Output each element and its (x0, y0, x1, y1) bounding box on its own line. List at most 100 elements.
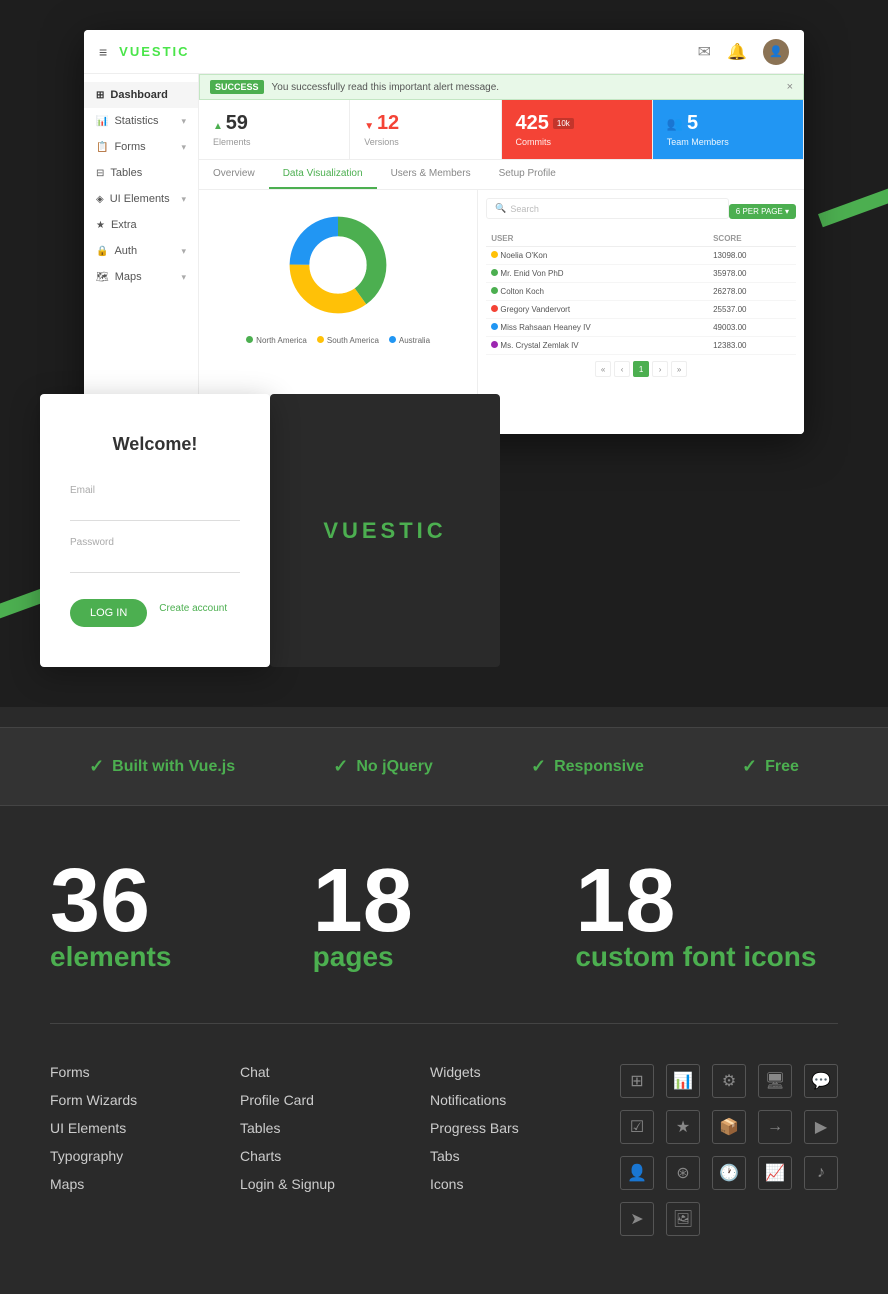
feat-tabs[interactable]: Tabs (430, 1148, 600, 1164)
stat-label-commits: Commits (516, 137, 638, 147)
feature-jquery: ✓ No jQuery (333, 756, 433, 777)
icon-checkbox: ☑ (620, 1110, 654, 1144)
tab-users[interactable]: Users & Members (377, 160, 485, 189)
alert-bar: SUCCESS You successfully read this impor… (199, 74, 804, 100)
data-table: USER SCORE Noelia O'Kon 13098.00 (486, 231, 796, 355)
forms-icon: 📋 (96, 142, 108, 153)
feature-vue: ✓ Built with Vue.js (89, 756, 235, 777)
sidebar: ⊞ Dashboard 📊 Statistics ▾ 📋 Forms ▾ ⊟ T… (84, 74, 199, 434)
table-row: Miss Rahsaan Heaney IV 49003.00 (486, 319, 796, 337)
password-label: Password (70, 537, 240, 548)
stat-number-elements: 59 (213, 112, 335, 135)
alert-close[interactable]: × (787, 81, 793, 93)
sidebar-item-maps[interactable]: 🗺 Maps ▾ (84, 264, 198, 290)
stat-label-team: Team Members (667, 137, 789, 147)
feat-maps[interactable]: Maps (50, 1176, 220, 1192)
page-last[interactable]: » (671, 361, 687, 377)
hamburger-icon[interactable]: ≡ (99, 44, 107, 60)
tab-data-visualization[interactable]: Data Visualization (269, 160, 377, 189)
check-icon-jquery: ✓ (333, 756, 348, 777)
table-row: Colton Koch 26278.00 (486, 283, 796, 301)
sidebar-item-tables[interactable]: ⊟ Tables (84, 160, 198, 186)
feat-ui-elements[interactable]: UI Elements (50, 1120, 220, 1136)
feat-tables[interactable]: Tables (240, 1120, 410, 1136)
icon-play: ▶ (804, 1110, 838, 1144)
donut-chart (283, 210, 393, 320)
sidebar-item-label: Forms (114, 141, 181, 153)
stat-label-elements: Elements (213, 137, 335, 147)
feat-typography[interactable]: Typography (50, 1148, 220, 1164)
alert-message: You successfully read this important ale… (272, 82, 500, 93)
divider (50, 1023, 838, 1024)
password-input[interactable] (70, 550, 240, 573)
feat-col-1: Forms Form Wizards UI Elements Typograph… (50, 1064, 240, 1236)
sidebar-item-label: Extra (111, 219, 186, 231)
main-content: SUCCESS You successfully read this impor… (199, 74, 804, 434)
check-icon-vue: ✓ (89, 756, 104, 777)
feat-progress-bars[interactable]: Progress Bars (430, 1120, 600, 1136)
create-account-link[interactable]: Create account (159, 603, 227, 614)
legend-south-america: South America (317, 336, 379, 345)
status-dot (491, 341, 498, 348)
sidebar-item-auth[interactable]: 🔒 Auth ▾ (84, 238, 198, 264)
chart-legend: North America South America Australia (246, 336, 430, 345)
status-dot (491, 323, 498, 330)
feat-col-3: Widgets Notifications Progress Bars Tabs… (430, 1064, 620, 1236)
email-field-group: Email (70, 485, 240, 521)
statistics-icon: 📊 (96, 116, 108, 127)
green-stripe-top (818, 187, 888, 228)
feat-form-wizards[interactable]: Form Wizards (50, 1092, 220, 1108)
stat-commits: 425 10k Commits (502, 100, 653, 159)
table-row: Noelia O'Kon 13098.00 (486, 247, 796, 265)
icon-star: ★ (666, 1110, 700, 1144)
sidebar-item-statistics[interactable]: 📊 Statistics ▾ (84, 108, 198, 134)
tabs-row: Overview Data Visualization Users & Memb… (199, 160, 804, 190)
alert-badge: SUCCESS (210, 80, 264, 94)
sidebar-item-label: UI Elements (110, 193, 182, 205)
status-dot (491, 305, 498, 312)
stats-numbers: 36 elements 18 pages 18 custom font icon… (50, 856, 838, 973)
feat-chat[interactable]: Chat (240, 1064, 410, 1080)
feat-forms[interactable]: Forms (50, 1064, 220, 1080)
feat-widgets[interactable]: Widgets (430, 1064, 600, 1080)
feat-charts[interactable]: Charts (240, 1148, 410, 1164)
col-score: SCORE (708, 231, 796, 247)
top-section: ≡ VUESTIC ✉ 🔔 👤 ⊞ Dashboard 📊 Statistics… (0, 0, 888, 707)
icon-gear: ⚙ (712, 1064, 746, 1098)
mail-icon[interactable]: ✉ (698, 42, 711, 62)
sidebar-item-forms[interactable]: 📋 Forms ▾ (84, 134, 198, 160)
email-input[interactable] (70, 498, 240, 521)
chevron-icon: ▾ (181, 272, 186, 283)
page-prev[interactable]: ‹ (614, 361, 630, 377)
sidebar-item-extra[interactable]: ★ Extra (84, 212, 198, 238)
tab-overview[interactable]: Overview (199, 160, 269, 189)
avatar[interactable]: 👤 (763, 39, 789, 65)
feat-login-signup[interactable]: Login & Signup (240, 1176, 410, 1192)
table-row: Mr. Enid Von PhD 35978.00 (486, 265, 796, 283)
login-card: Welcome! Email Password LOG IN Create ac… (40, 394, 270, 667)
icon-music: ♪ (804, 1156, 838, 1190)
nav-icons: ✉ 🔔 👤 (698, 39, 789, 65)
page-first[interactable]: « (595, 361, 611, 377)
sidebar-item-ui[interactable]: ◈ UI Elements ▾ (84, 186, 198, 212)
feature-responsive: ✓ Responsive (531, 756, 644, 777)
stats-row: 59 Elements 12 Versions 425 10k Commits (199, 100, 804, 160)
dashboard-navbar: ≡ VUESTIC ✉ 🔔 👤 (84, 30, 804, 74)
sidebar-item-label: Tables (110, 167, 186, 179)
feat-notifications[interactable]: Notifications (430, 1092, 600, 1108)
bell-icon[interactable]: 🔔 (727, 42, 747, 62)
tab-setup[interactable]: Setup Profile (485, 160, 570, 189)
sidebar-item-dashboard[interactable]: ⊞ Dashboard (84, 82, 198, 108)
vuestic-dark-card: VUESTIC (270, 394, 500, 667)
feat-profile-card[interactable]: Profile Card (240, 1092, 410, 1108)
login-button[interactable]: LOG IN (70, 599, 147, 627)
table-row: Gregory Vandervort 25537.00 (486, 301, 796, 319)
page-1[interactable]: 1 (633, 361, 649, 377)
sidebar-item-label: Auth (114, 245, 181, 257)
page-next[interactable]: › (652, 361, 668, 377)
features-bar: ✓ Built with Vue.js ✓ No jQuery ✓ Respon… (0, 727, 888, 806)
dashboard-icon: ⊞ (96, 90, 104, 101)
per-page-button[interactable]: 6 PER PAGE ▾ (729, 204, 796, 219)
feat-icons[interactable]: Icons (430, 1176, 600, 1192)
search-bar[interactable]: Search (486, 198, 729, 219)
